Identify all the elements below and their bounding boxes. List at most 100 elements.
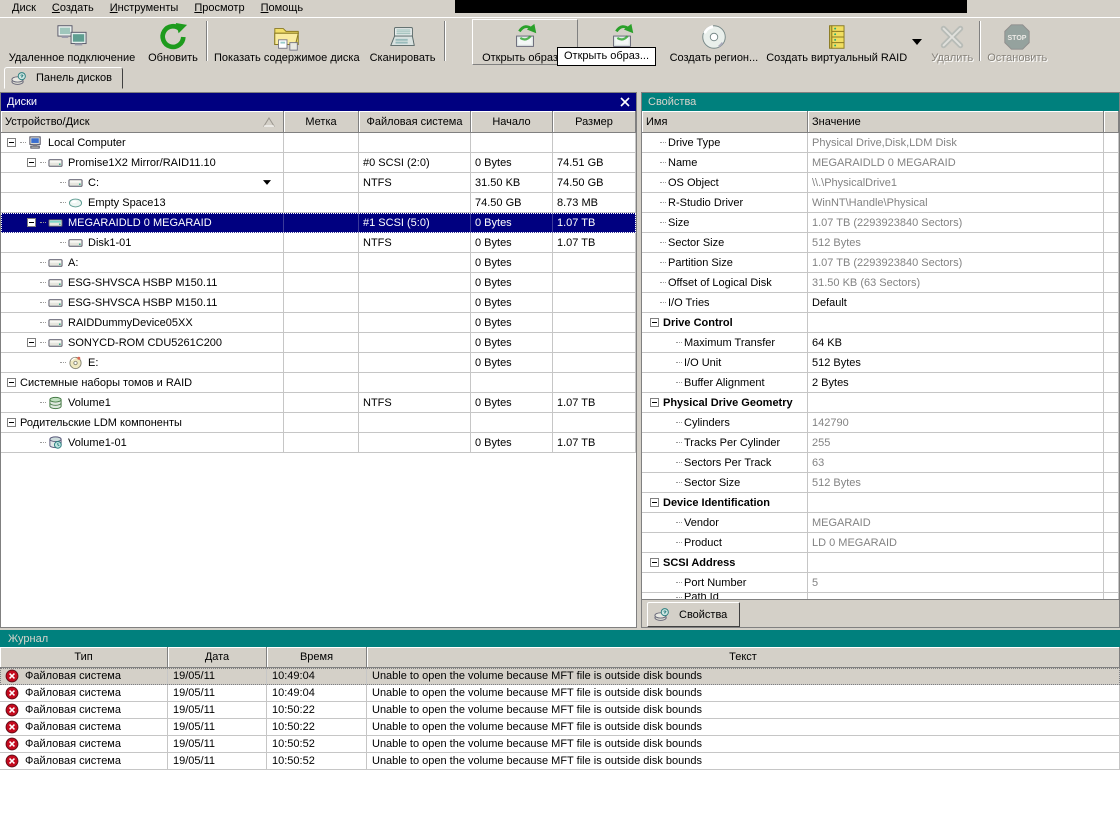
- disks-column-header[interactable]: Размер: [553, 111, 636, 133]
- disk-tree-row[interactable]: MEGARAIDLD 0 MEGARAID#1 SCSI (5:0)0 Byte…: [1, 213, 636, 233]
- property-row[interactable]: Size1.07 TB (2293923840 Sectors): [642, 213, 1119, 233]
- property-row[interactable]: Cylinders142790: [642, 413, 1119, 433]
- expand-toggle[interactable]: [27, 338, 36, 347]
- property-row[interactable]: Sector Size512 Bytes: [642, 233, 1119, 253]
- property-row[interactable]: Offset of Logical Disk31.50 KB (63 Secto…: [642, 273, 1119, 293]
- disk-tree-row[interactable]: RAIDDummyDevice05XX0 Bytes: [1, 313, 636, 333]
- refresh-button[interactable]: Обновить: [142, 19, 204, 65]
- property-value-cell[interactable]: Default: [808, 293, 1104, 313]
- disk-tree-row[interactable]: Системные наборы томов и RAID: [1, 373, 636, 393]
- disks-column-header[interactable]: Метка: [284, 111, 359, 133]
- expand-toggle[interactable]: [7, 418, 16, 427]
- property-row[interactable]: Drive Control: [642, 313, 1119, 333]
- log-row[interactable]: Файловая система19/05/1110:49:04Unable t…: [0, 685, 1120, 702]
- menu-item[interactable]: Диск: [4, 1, 44, 16]
- expand-toggle[interactable]: [27, 158, 36, 167]
- disks-column-header[interactable]: Начало: [471, 111, 553, 133]
- property-row[interactable]: R-Studio DriverWinNT\Handle\Physical: [642, 193, 1119, 213]
- property-row[interactable]: I/O Unit512 Bytes: [642, 353, 1119, 373]
- raid-dropdown-arrow[interactable]: [911, 19, 927, 65]
- disk-tree-row[interactable]: Volume1-010 Bytes1.07 TB: [1, 433, 636, 453]
- property-row[interactable]: Sector Size512 Bytes: [642, 473, 1119, 493]
- label-cell: [284, 373, 359, 393]
- menu-item[interactable]: Инструменты: [102, 1, 187, 16]
- expand-toggle[interactable]: [650, 498, 659, 507]
- log-time-cell: 10:49:04: [267, 668, 367, 685]
- disk-tree-row[interactable]: A:0 Bytes: [1, 253, 636, 273]
- property-value-cell: MEGARAIDLD 0 MEGARAID: [808, 153, 1104, 173]
- property-row[interactable]: Port Number5: [642, 573, 1119, 593]
- size-cell: 1.07 TB: [553, 213, 636, 233]
- create-region-button[interactable]: Создать регион...: [666, 19, 763, 65]
- scan-button[interactable]: Сканировать: [364, 19, 442, 65]
- property-row[interactable]: OS Object\\.\PhysicalDrive1: [642, 173, 1119, 193]
- property-row[interactable]: Buffer Alignment2 Bytes: [642, 373, 1119, 393]
- property-row[interactable]: Drive TypePhysical Drive,Disk,LDM Disk: [642, 133, 1119, 153]
- property-row[interactable]: Physical Drive Geometry: [642, 393, 1119, 413]
- expand-toggle[interactable]: [650, 318, 659, 327]
- disk-tree-row[interactable]: Volume1NTFS0 Bytes1.07 TB: [1, 393, 636, 413]
- menu-item[interactable]: Помощь: [253, 1, 312, 16]
- disks-column-header[interactable]: Файловая система: [359, 111, 471, 133]
- log-column-header[interactable]: Время: [267, 647, 367, 668]
- property-filler-cell: [1104, 493, 1119, 513]
- log-column-header[interactable]: Текст: [367, 647, 1120, 668]
- disk-tree-row[interactable]: ESG-SHVSCA HSBP M150.110 Bytes: [1, 273, 636, 293]
- device-combo-arrow[interactable]: [263, 180, 271, 185]
- remote-connection-button[interactable]: Удаленное подключение: [2, 19, 142, 65]
- create-virtual-raid-button[interactable]: Создать виртуальный RAID: [762, 19, 911, 65]
- properties-column-header[interactable]: Значение: [808, 111, 1104, 133]
- show-disk-content-button[interactable]: Показать содержимое диска: [210, 19, 364, 65]
- log-row[interactable]: Файловая система19/05/1110:49:04Unable t…: [0, 668, 1120, 685]
- property-value-cell[interactable]: 512 Bytes: [808, 353, 1104, 373]
- tree-connector: [676, 342, 682, 343]
- disk-tree-row[interactable]: Empty Space1374.50 GB8.73 MB: [1, 193, 636, 213]
- properties-column-header[interactable]: Имя: [642, 111, 808, 133]
- log-row[interactable]: Файловая система19/05/1110:50:22Unable t…: [0, 719, 1120, 736]
- log-row[interactable]: Файловая система19/05/1110:50:52Unable t…: [0, 753, 1120, 770]
- tab-properties[interactable]: Свойства: [647, 602, 740, 627]
- property-row[interactable]: Device Identification: [642, 493, 1119, 513]
- menu-item[interactable]: Создать: [44, 1, 102, 16]
- log-panel-title: Журнал: [8, 633, 48, 645]
- file-system-cell: [359, 413, 471, 433]
- property-row[interactable]: ProductLD 0 MEGARAID: [642, 533, 1119, 553]
- expand-toggle[interactable]: [650, 558, 659, 567]
- expand-toggle[interactable]: [7, 378, 16, 387]
- disk-tree-row[interactable]: ESG-SHVSCA HSBP M150.110 Bytes: [1, 293, 636, 313]
- property-row[interactable]: Sectors Per Track63: [642, 453, 1119, 473]
- log-row[interactable]: Файловая система19/05/1110:50:22Unable t…: [0, 702, 1120, 719]
- menu-item[interactable]: Просмотр: [186, 1, 252, 16]
- expand-toggle[interactable]: [650, 398, 659, 407]
- property-name-cell: Name: [642, 153, 808, 173]
- disk-tree-row[interactable]: C:NTFS31.50 KB74.50 GB: [1, 173, 636, 193]
- tab-properties-label: Свойства: [679, 609, 727, 621]
- log-column-header[interactable]: Дата: [168, 647, 267, 668]
- expand-toggle[interactable]: [27, 218, 36, 227]
- property-value-cell[interactable]: 2 Bytes: [808, 373, 1104, 393]
- expand-toggle[interactable]: [7, 138, 16, 147]
- disk-tree-row[interactable]: Родительские LDM компоненты: [1, 413, 636, 433]
- close-icon[interactable]: [620, 97, 630, 107]
- property-row[interactable]: Tracks Per Cylinder255: [642, 433, 1119, 453]
- disk-tree-row[interactable]: Local Computer: [1, 133, 636, 153]
- property-row[interactable]: Maximum Transfer64 KB: [642, 333, 1119, 353]
- property-row[interactable]: I/O TriesDefault: [642, 293, 1119, 313]
- property-row[interactable]: SCSI Address: [642, 553, 1119, 573]
- log-date-cell: 19/05/11: [168, 685, 267, 702]
- property-row[interactable]: Partition Size1.07 TB (2293923840 Sector…: [642, 253, 1119, 273]
- tab-disks-panel[interactable]: Панель дисков: [4, 67, 123, 89]
- disks-column-header[interactable]: Устройство/Диск: [1, 111, 284, 133]
- properties-panel-caption: Свойства: [642, 93, 1119, 111]
- error-icon: [5, 669, 19, 683]
- disk-tree-row[interactable]: Promise1X2 Mirror/RAID11.10#0 SCSI (2:0)…: [1, 153, 636, 173]
- start-cell: 0 Bytes: [471, 293, 553, 313]
- property-row[interactable]: VendorMEGARAID: [642, 513, 1119, 533]
- log-row[interactable]: Файловая система19/05/1110:50:52Unable t…: [0, 736, 1120, 753]
- disk-tree-row[interactable]: E:0 Bytes: [1, 353, 636, 373]
- log-column-header[interactable]: Тип: [0, 647, 168, 668]
- disk-tree-row[interactable]: SONYCD-ROM CDU5261C2000 Bytes: [1, 333, 636, 353]
- property-row[interactable]: NameMEGARAIDLD 0 MEGARAID: [642, 153, 1119, 173]
- disk-tree-row[interactable]: Disk1-01NTFS0 Bytes1.07 TB: [1, 233, 636, 253]
- property-value-cell[interactable]: 64 KB: [808, 333, 1104, 353]
